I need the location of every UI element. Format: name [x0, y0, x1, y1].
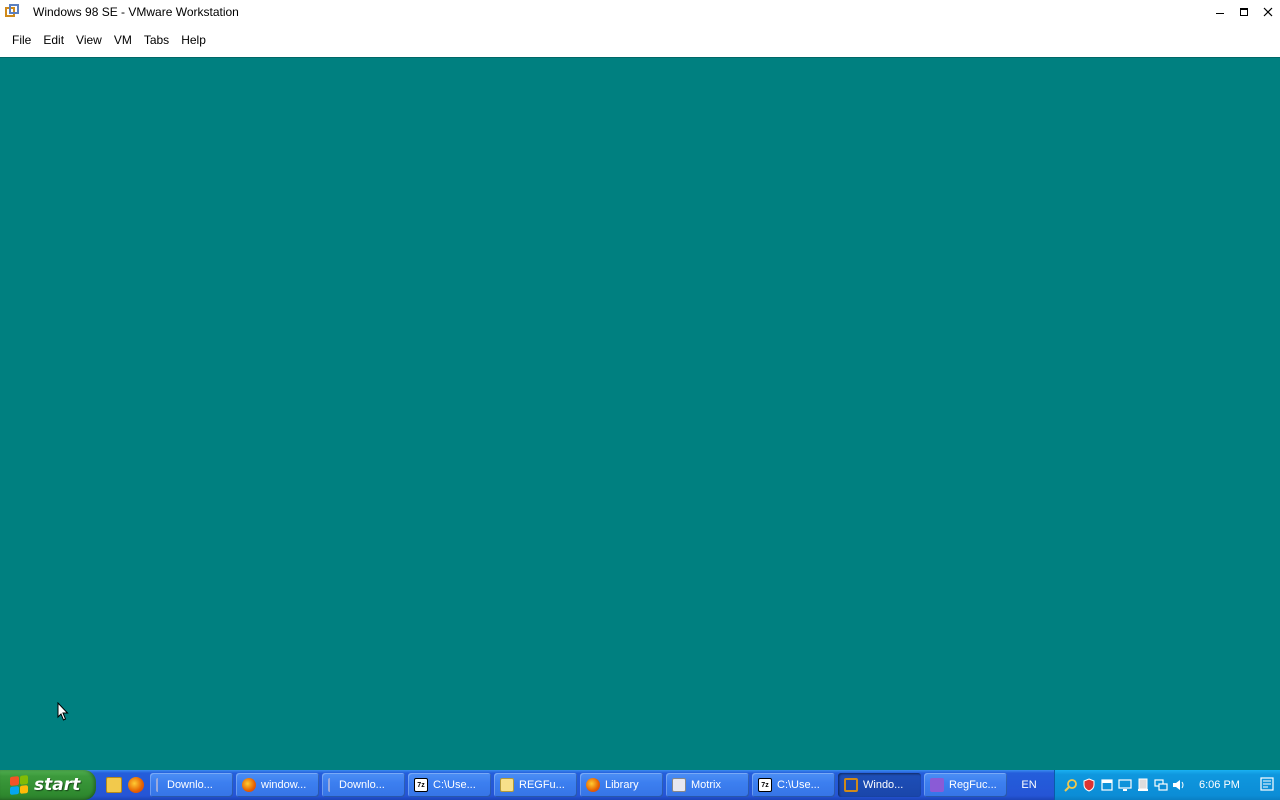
taskbar-button-active[interactable]: Windo...: [838, 773, 921, 797]
menu-help[interactable]: Help: [175, 29, 212, 51]
minimize-button[interactable]: [1208, 0, 1232, 24]
taskbar-button[interactable]: Motrix: [666, 773, 749, 797]
close-icon: [1263, 7, 1273, 17]
menu-vm[interactable]: VM: [108, 29, 138, 51]
taskbar-button[interactable]: Library: [580, 773, 663, 797]
restore-button[interactable]: [1232, 0, 1256, 24]
start-label: start: [34, 775, 81, 795]
window-controls: [1208, 0, 1280, 24]
window-icon[interactable]: [1099, 777, 1115, 793]
close-button[interactable]: [1256, 0, 1280, 24]
notification-icon[interactable]: [1260, 777, 1274, 791]
window-title: Windows 98 SE - VMware Workstation: [33, 5, 239, 19]
task-label: C:\Use...: [777, 779, 820, 791]
system-tray: 6:06 PM: [1054, 770, 1280, 800]
7zip-icon: 7z: [414, 778, 428, 792]
visual-studio-icon: [930, 778, 944, 792]
download-icon: [156, 778, 162, 792]
vmware-icon[interactable]: [4, 4, 20, 20]
task-label: Downlo...: [167, 779, 213, 791]
taskbar-button[interactable]: RegFuc...: [924, 773, 1007, 797]
network-icon[interactable]: [1153, 777, 1169, 793]
vmware-icon: [844, 778, 858, 792]
title-bar: Windows 98 SE - VMware Workstation: [0, 0, 1280, 24]
taskbar-button[interactable]: window...: [236, 773, 319, 797]
search-icon[interactable]: [1063, 777, 1079, 793]
taskbar-button[interactable]: REGFu...: [494, 773, 577, 797]
display-icon[interactable]: [1117, 777, 1133, 793]
task-label: Windo...: [863, 779, 904, 791]
start-button[interactable]: start: [0, 770, 96, 800]
clock[interactable]: 6:06 PM: [1199, 779, 1240, 791]
menu-tabs[interactable]: Tabs: [138, 29, 175, 51]
task-label: Downlo...: [339, 779, 385, 791]
firefox-icon: [242, 778, 256, 792]
vm-display[interactable]: [0, 57, 1280, 800]
motrix-icon: [672, 778, 686, 792]
shield-icon[interactable]: [1081, 777, 1097, 793]
task-label: REGFu...: [519, 779, 565, 791]
firefox-icon: [586, 778, 600, 792]
taskbar-button[interactable]: 7z C:\Use...: [408, 773, 491, 797]
taskbar-button[interactable]: Downlo...: [322, 773, 405, 797]
notepad-icon: [500, 778, 514, 792]
host-taskbar: start Downlo... window... Downlo... 7z C…: [0, 770, 1280, 800]
download-icon: [328, 778, 334, 792]
firefox-icon[interactable]: [128, 777, 144, 793]
task-label: window...: [261, 779, 307, 791]
menu-bar: File Edit View VM Tabs Help: [0, 24, 1280, 56]
7zip-icon: 7z: [758, 778, 772, 792]
task-label: Motrix: [691, 779, 721, 791]
task-label: Library: [605, 779, 639, 791]
safely-remove-icon[interactable]: [1135, 777, 1151, 793]
menu-edit[interactable]: Edit: [37, 29, 70, 51]
folder-icon[interactable]: [106, 777, 122, 793]
menu-view[interactable]: View: [70, 29, 108, 51]
windows-logo-icon: [10, 775, 28, 795]
task-label: RegFuc...: [949, 779, 997, 791]
task-label: C:\Use...: [433, 779, 476, 791]
taskbar-button[interactable]: 7z C:\Use...: [752, 773, 835, 797]
language-indicator[interactable]: EN: [1010, 770, 1048, 800]
mouse-cursor-icon: [57, 702, 69, 721]
volume-icon[interactable]: [1171, 777, 1187, 793]
menu-file[interactable]: File: [6, 29, 37, 51]
quick-launch: [96, 770, 150, 800]
task-list: Downlo... window... Downlo... 7z C:\Use.…: [150, 770, 1010, 800]
taskbar-button[interactable]: Downlo...: [150, 773, 233, 797]
